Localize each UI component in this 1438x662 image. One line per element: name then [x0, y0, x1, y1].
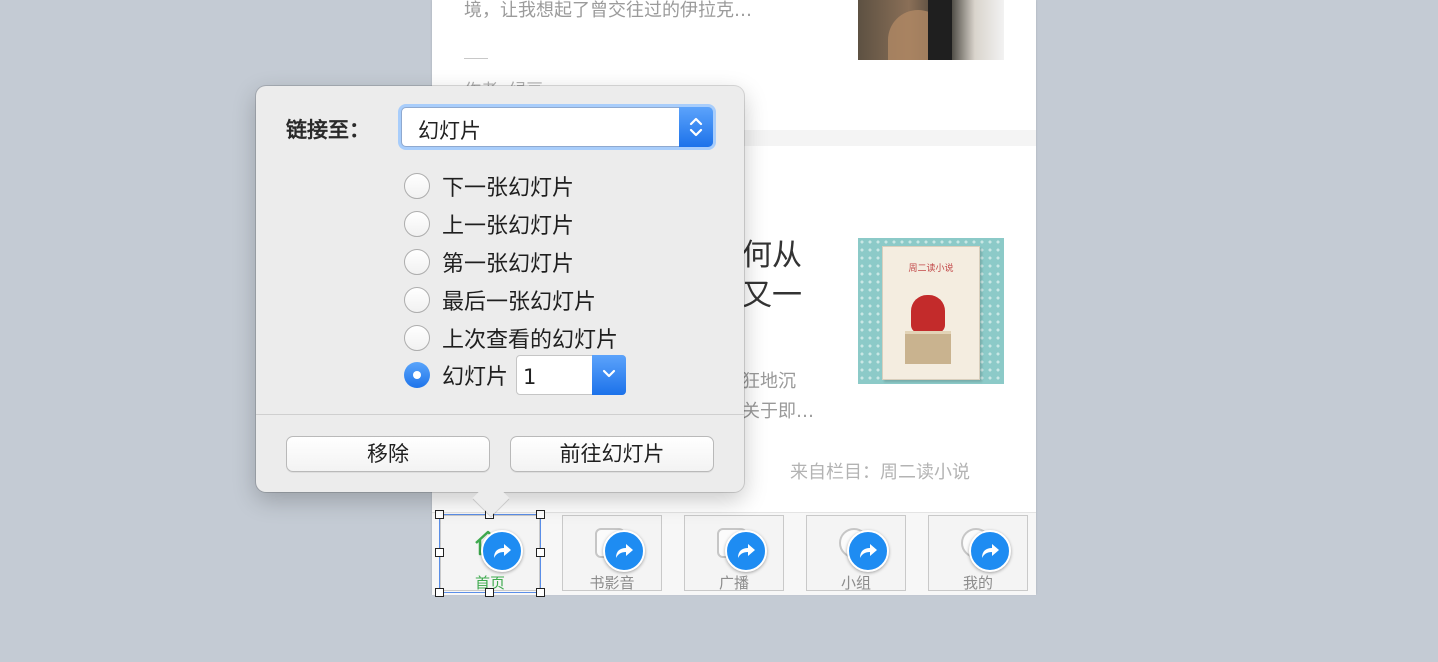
tab-profile[interactable]: 我的	[928, 515, 1028, 592]
link-arrow-icon[interactable]	[847, 530, 889, 572]
option-last-viewed-slide[interactable]: 上次查看的幻灯片	[404, 321, 618, 355]
radio-button[interactable]	[404, 325, 430, 351]
article-excerpt-fragment: 关于即…	[742, 401, 814, 422]
radio-button-selected[interactable]	[404, 362, 430, 388]
article-source: 来自栏目：周二读小说	[790, 462, 970, 483]
book-cover-title: 周二读小说	[908, 264, 954, 274]
option-previous-slide[interactable]: 上一张幻灯片	[404, 207, 574, 241]
resize-handle[interactable]	[485, 588, 494, 597]
option-next-slide[interactable]: 下一张幻灯片	[404, 169, 574, 203]
article-excerpt: 境，让我想起了曾交往过的伊拉克…	[464, 0, 752, 21]
tab-label: 书影音	[589, 574, 635, 592]
link-to-value: 幻灯片	[418, 119, 481, 143]
option-first-slide[interactable]: 第一张幻灯片	[404, 245, 574, 279]
option-specific-slide[interactable]: 幻灯片 1	[404, 355, 627, 395]
up-down-chevron-icon[interactable]	[679, 107, 713, 147]
chevron-down-icon[interactable]	[592, 355, 627, 395]
article-photo	[858, 0, 1004, 60]
tab-label: 我的	[962, 574, 993, 592]
article-title-fragment: 又一	[742, 278, 802, 313]
go-to-slide-button[interactable]: 前往幻灯片	[510, 436, 714, 472]
link-to-label: 链接至：	[286, 118, 370, 142]
option-label: 上一张幻灯片	[442, 214, 575, 239]
option-label: 幻灯片	[442, 365, 509, 390]
radio-button[interactable]	[404, 173, 430, 199]
resize-handle[interactable]	[435, 548, 444, 557]
tab-label: 小组	[840, 574, 871, 592]
option-label: 最后一张幻灯片	[442, 290, 597, 315]
article-excerpt-fragment: 狂地沉	[742, 371, 796, 392]
resize-handle[interactable]	[536, 548, 545, 557]
slide-number-value: 1	[523, 365, 537, 389]
option-label: 上次查看的幻灯片	[442, 328, 619, 353]
boxing-glove-icon	[911, 295, 945, 333]
option-label: 下一张幻灯片	[442, 176, 575, 201]
tab-broadcast[interactable]: 广播	[684, 515, 784, 592]
link-to-select[interactable]: 幻灯片	[398, 104, 716, 150]
divider	[464, 58, 488, 59]
selection-outline	[439, 514, 541, 593]
divider	[256, 414, 744, 415]
tab-group[interactable]: 小组	[806, 515, 906, 592]
link-arrow-icon[interactable]	[725, 530, 767, 572]
resize-handle[interactable]	[536, 510, 545, 519]
slide-number-select[interactable]: 1	[516, 355, 627, 395]
radio-button[interactable]	[404, 211, 430, 237]
link-arrow-icon[interactable]	[603, 530, 645, 572]
resize-handle[interactable]	[435, 588, 444, 597]
article-title-fragment: 何从	[742, 238, 802, 273]
tab-book-movie-music[interactable]: 书影音	[562, 515, 662, 592]
option-last-slide[interactable]: 最后一张幻灯片	[404, 283, 596, 317]
resize-handle[interactable]	[536, 588, 545, 597]
link-popover: 链接至： 幻灯片 下一张幻灯片 上一张幻灯片 第一张幻灯片 最后一张幻灯片 上次…	[256, 86, 744, 517]
option-label: 第一张幻灯片	[442, 252, 575, 277]
resize-handle[interactable]	[435, 510, 444, 519]
link-arrow-icon[interactable]	[969, 530, 1011, 572]
book-cover-image: 周二读小说	[858, 238, 1004, 384]
radio-button[interactable]	[404, 249, 430, 275]
box-icon	[905, 331, 951, 364]
radio-button[interactable]	[404, 287, 430, 313]
remove-button[interactable]: 移除	[286, 436, 490, 472]
tab-label: 广播	[718, 574, 749, 592]
